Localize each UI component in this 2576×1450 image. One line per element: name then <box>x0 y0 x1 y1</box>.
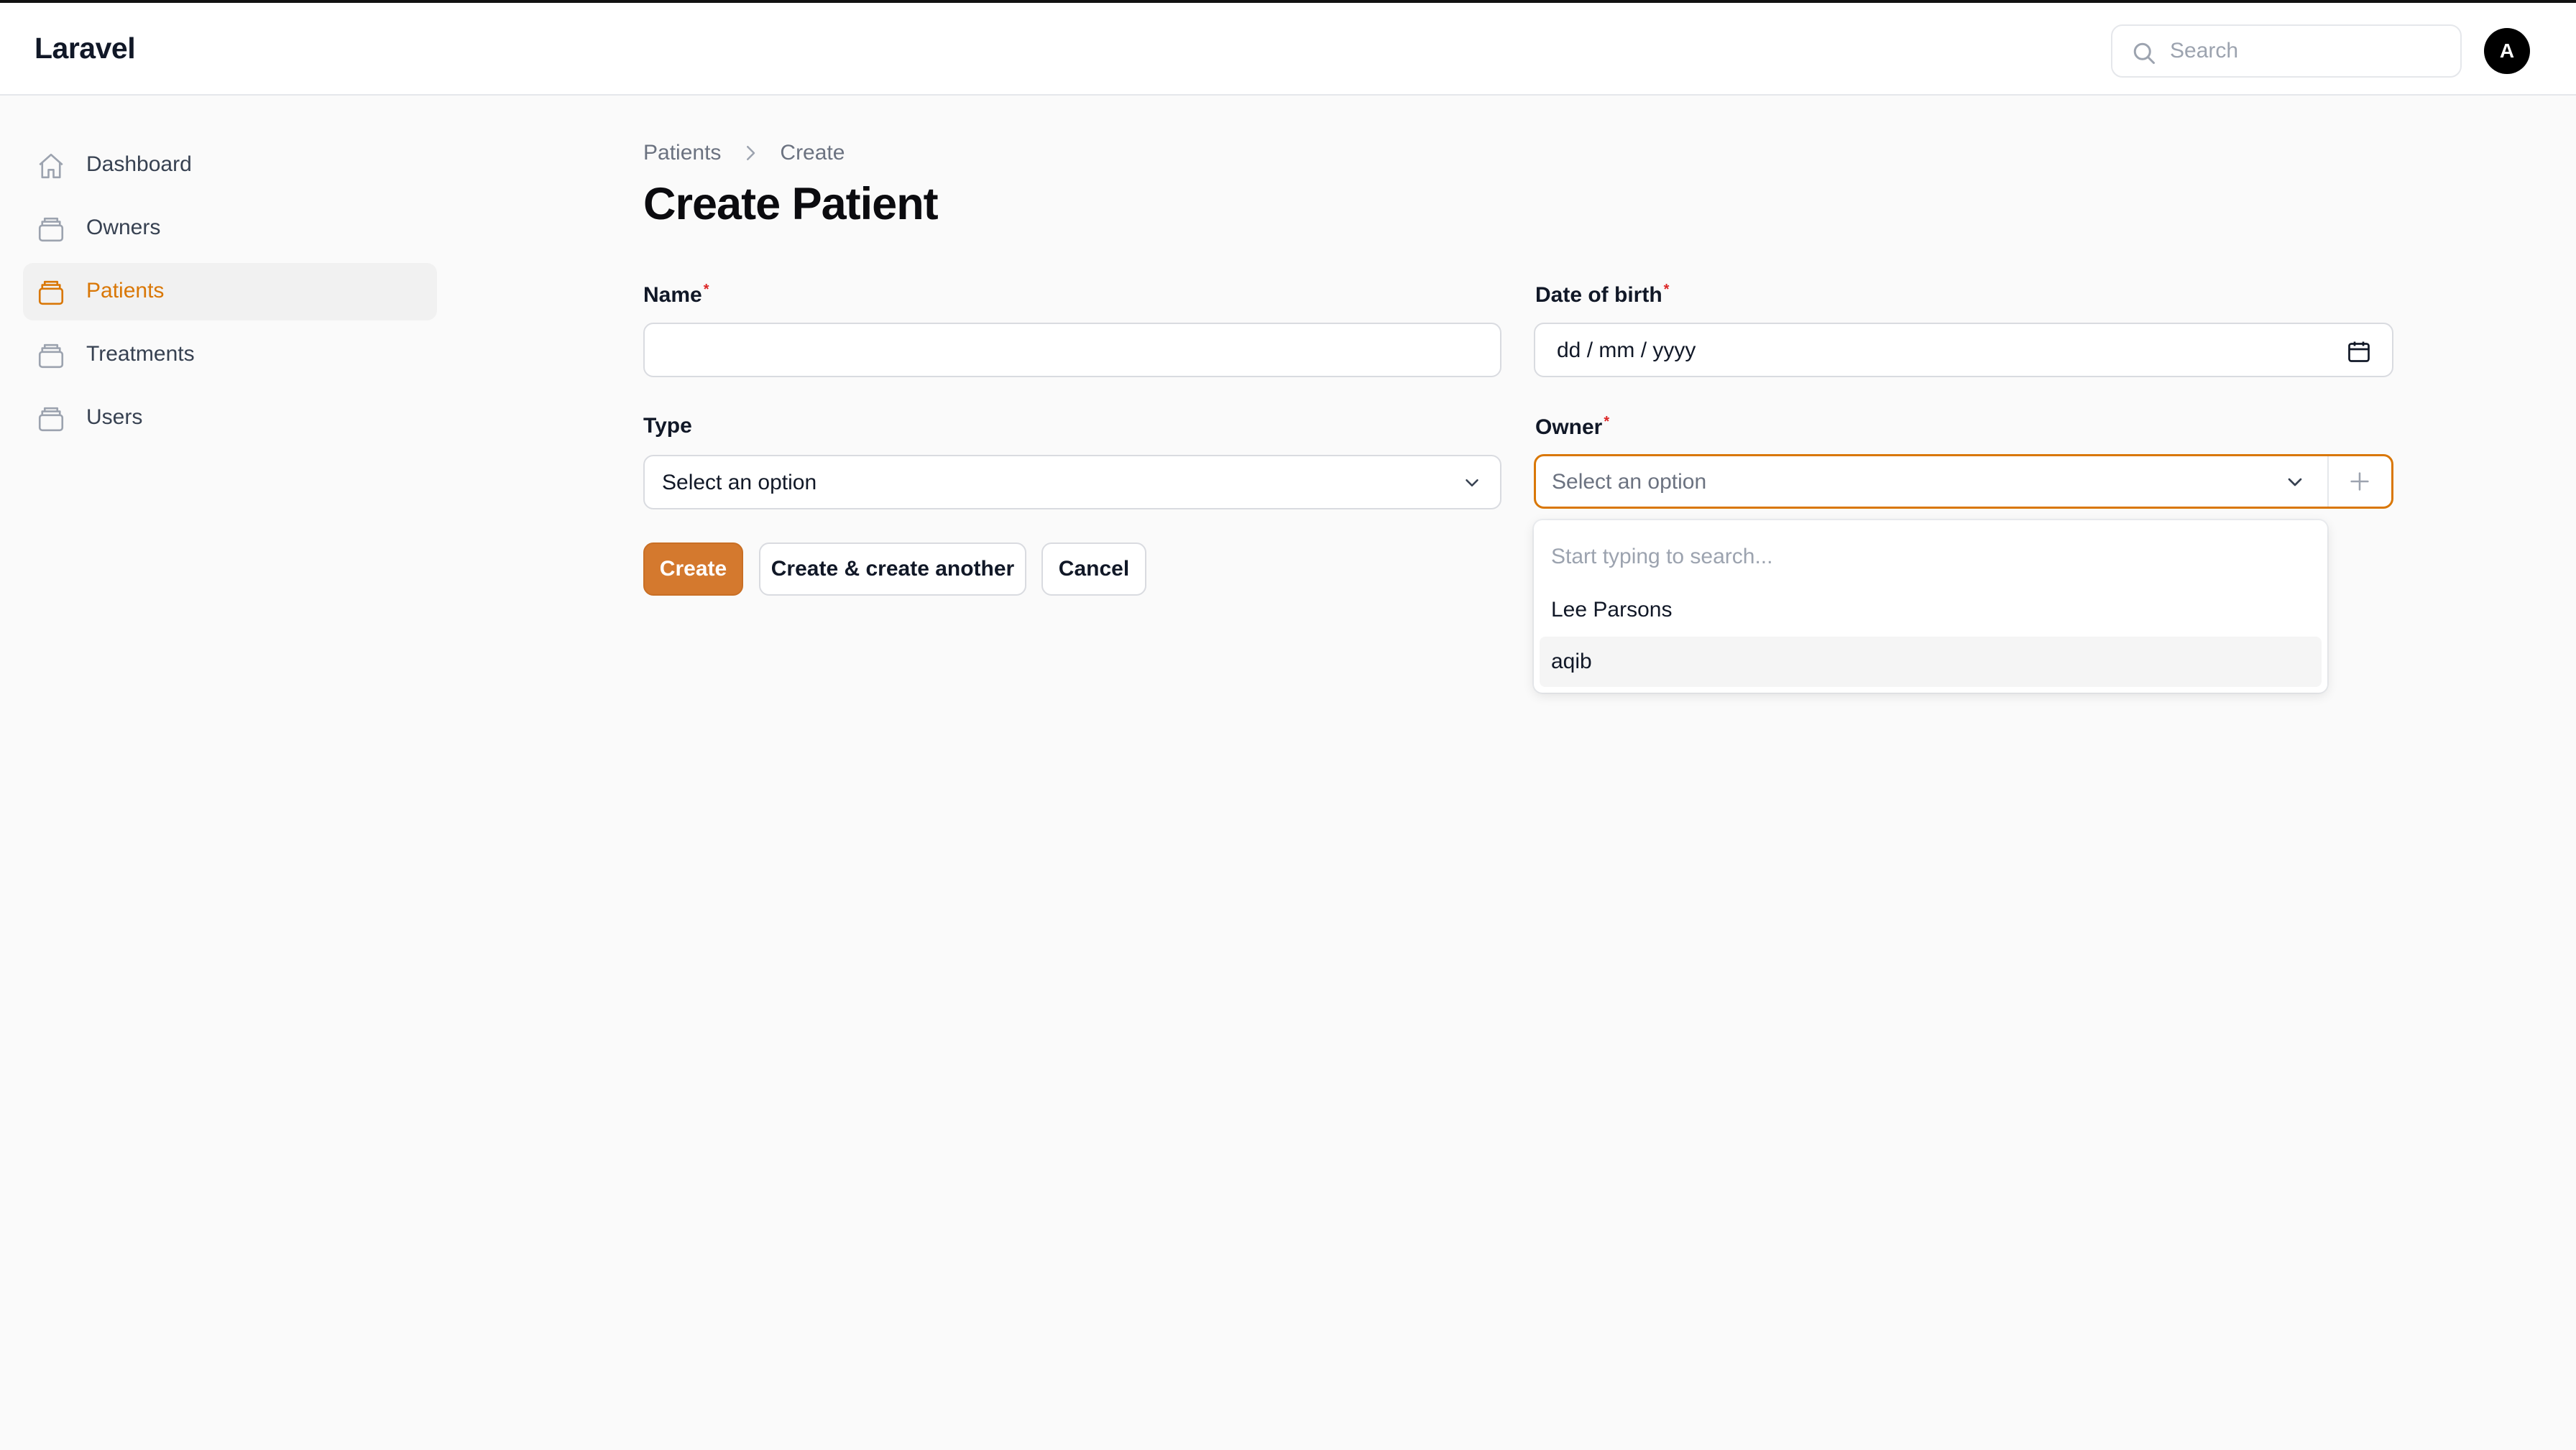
chevron-down-icon <box>1466 479 1478 486</box>
sidebar-item-treatments[interactable]: Treatments <box>23 326 437 384</box>
type-select-value: Select an option <box>662 471 817 494</box>
inbox-stack-icon <box>38 343 64 369</box>
dob-field[interactable]: dd / mm / yyyy <box>1534 323 2393 377</box>
search-icon <box>2133 42 2155 64</box>
create-button[interactable]: Create <box>643 542 743 596</box>
owner-label-text: Owner <box>1535 415 1603 439</box>
sidebar-item-label: Patients <box>86 279 165 303</box>
owner-dropdown: Lee Parsons aqib <box>1534 520 2327 693</box>
chevron-right-icon <box>747 146 755 160</box>
name-field[interactable] <box>645 324 1500 376</box>
dob-value: dd / mm / yyyy <box>1557 338 1696 362</box>
inbox-stack-icon <box>38 407 64 432</box>
home-icon <box>39 153 63 179</box>
owner-label: Owner * <box>1535 414 1609 440</box>
owner-select-placeholder: Select an option <box>1552 470 1707 494</box>
option-label: Lee Parsons <box>1551 598 1673 622</box>
name-label: Name * <box>643 282 709 308</box>
plus-icon <box>2350 472 2369 491</box>
option-label: aqib <box>1551 650 1592 673</box>
sidebar-item-users[interactable]: Users <box>23 389 437 447</box>
page-title: Create Patient <box>643 179 939 229</box>
chevron-down-icon <box>2288 478 2302 486</box>
sidebar-item-label: Users <box>86 405 143 429</box>
dob-label: Date of birth * <box>1535 282 1669 308</box>
required-marker: * <box>1663 282 1670 297</box>
required-marker: * <box>703 282 709 297</box>
breadcrumb-parent-link[interactable]: Patients <box>643 141 721 165</box>
inbox-stack-icon <box>38 280 64 305</box>
breadcrumb: Patients Create <box>643 141 845 165</box>
owner-search-input[interactable] <box>1551 540 2299 573</box>
owner-option-lee-parsons[interactable]: Lee Parsons <box>1540 585 2322 635</box>
sidebar-item-label: Dashboard <box>86 152 192 176</box>
inbox-stack-icon <box>38 217 64 242</box>
sidebar: Dashboard Owners Patients Treatments Use… <box>23 137 437 453</box>
type-select[interactable]: Select an option <box>643 455 1501 509</box>
calendar-icon[interactable] <box>2346 338 2372 364</box>
global-search-input[interactable] <box>2170 34 2450 68</box>
sidebar-item-patients[interactable]: Patients <box>23 263 437 320</box>
name-field-wrapper <box>643 323 1501 377</box>
name-label-text: Name <box>643 283 702 307</box>
cancel-button[interactable]: Cancel <box>1041 542 1146 596</box>
dob-label-text: Date of birth <box>1535 283 1662 307</box>
sidebar-item-dashboard[interactable]: Dashboard <box>23 137 437 194</box>
brand-logo[interactable]: Laravel <box>34 32 136 65</box>
create-owner-button[interactable] <box>2329 456 2391 507</box>
avatar[interactable]: A <box>2484 28 2530 74</box>
owner-option-aqib[interactable]: aqib <box>1540 637 2322 687</box>
global-search[interactable] <box>2111 24 2462 78</box>
required-marker: * <box>1604 414 1610 430</box>
sidebar-item-label: Owners <box>86 216 161 239</box>
topbar: Laravel A <box>0 0 2576 96</box>
breadcrumb-current: Create <box>780 141 845 165</box>
owner-select[interactable]: Select an option <box>1534 454 2393 509</box>
create-another-button[interactable]: Create & create another <box>759 542 1026 596</box>
sidebar-item-label: Treatments <box>86 342 195 366</box>
type-label: Type <box>643 414 692 438</box>
sidebar-item-owners[interactable]: Owners <box>23 200 437 257</box>
